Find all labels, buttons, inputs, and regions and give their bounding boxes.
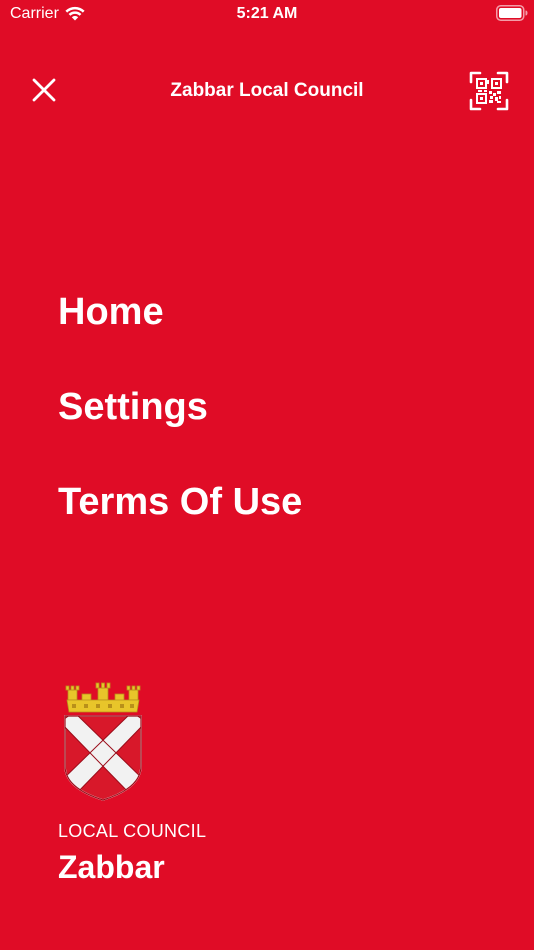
close-icon [32,78,56,102]
battery-icon [496,5,528,21]
menu-screen: Carrier 5:21 AM Zabbar Local Council Hom… [0,0,534,950]
menu-item-home[interactable]: Home [58,288,498,336]
coat-of-arms-icon [64,682,142,801]
main-menu: Home Settings Terms Of Use [58,288,498,573]
council-name: Zabbar [58,849,165,885]
close-button[interactable] [26,72,62,108]
status-bar: Carrier 5:21 AM [0,0,534,28]
nav-title: Zabbar Local Council [170,80,364,101]
menu-item-terms-of-use[interactable]: Terms Of Use [58,478,498,526]
qr-code-icon [469,71,509,111]
qr-scan-button[interactable] [468,70,510,112]
status-time: 5:21 AM [236,5,298,22]
council-label: LOCAL COUNCIL [58,821,207,841]
menu-item-settings[interactable]: Settings [58,383,498,431]
